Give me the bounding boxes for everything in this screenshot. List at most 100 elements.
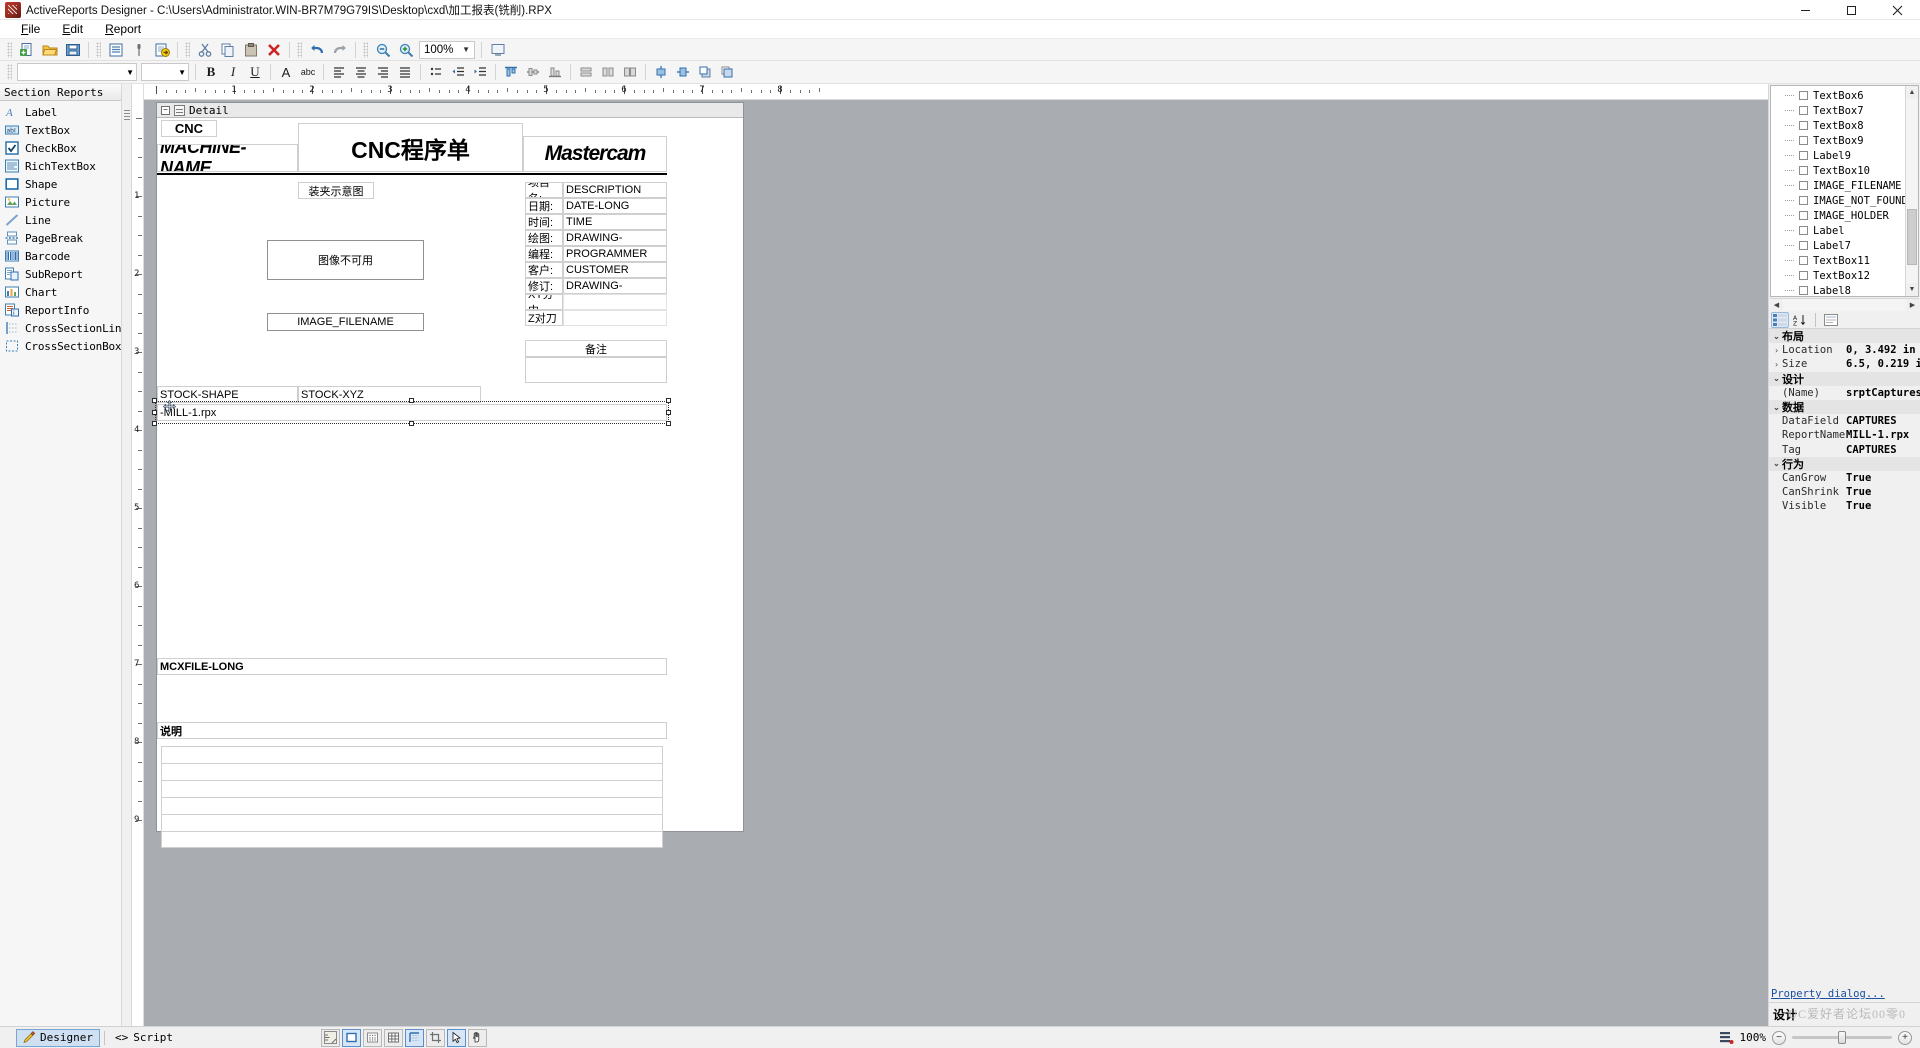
property-row[interactable]: Visible True bbox=[1769, 499, 1920, 513]
categorized-icon[interactable] bbox=[1771, 311, 1789, 328]
property-value[interactable]: srptCaptures bbox=[1846, 387, 1920, 399]
redo-icon[interactable] bbox=[329, 40, 350, 60]
menu-file[interactable]: File bbox=[10, 21, 51, 37]
property-value[interactable]: CAPTURES bbox=[1846, 444, 1920, 456]
make-same-width-icon[interactable] bbox=[576, 63, 596, 82]
explorer-node[interactable]: TextBox12 bbox=[1771, 268, 1905, 283]
toolbar-grip-4[interactable] bbox=[297, 41, 302, 58]
zoom-level-combo[interactable]: 100% ▼ bbox=[419, 40, 475, 59]
node-checkbox-icon[interactable] bbox=[1799, 151, 1808, 160]
center-horizontally-icon[interactable] bbox=[651, 63, 671, 82]
zoom-out-button[interactable]: − bbox=[1772, 1030, 1786, 1045]
toolbox-item-shape[interactable]: Shape bbox=[0, 175, 121, 193]
menu-report[interactable]: Report bbox=[94, 21, 152, 37]
toolbar-grip-3[interactable] bbox=[185, 41, 190, 58]
node-checkbox-icon[interactable] bbox=[1799, 121, 1808, 130]
hand-tool-button[interactable] bbox=[468, 1028, 487, 1047]
node-checkbox-icon[interactable] bbox=[1799, 286, 1808, 295]
report-explorer[interactable]: TextBox6 TextBox7 TextBox8 TextBox9 Label9 Te… bbox=[1770, 85, 1919, 297]
zoom-slider-track[interactable] bbox=[1792, 1031, 1892, 1044]
property-row[interactable]: › Size 6.5, 0.219 in bbox=[1769, 357, 1920, 371]
snap-toggle-button[interactable] bbox=[405, 1028, 424, 1047]
toolbar-grip-2[interactable] bbox=[96, 41, 101, 58]
toolbox-item-label[interactable]: A Label bbox=[0, 103, 121, 121]
explorer-hscroll-track[interactable] bbox=[1783, 299, 1906, 311]
menu-edit[interactable]: Edit bbox=[51, 21, 94, 37]
label-remark-heading[interactable]: 备注 bbox=[525, 340, 667, 357]
export-icon[interactable] bbox=[151, 40, 172, 60]
node-checkbox-icon[interactable] bbox=[1799, 136, 1808, 145]
scroll-down-icon[interactable]: ▼ bbox=[1906, 283, 1918, 296]
resize-handle-w[interactable] bbox=[152, 410, 157, 415]
resize-handle-s[interactable] bbox=[409, 421, 414, 426]
info-row-value[interactable]: PROGRAMMER bbox=[563, 246, 667, 262]
note-line[interactable] bbox=[161, 780, 663, 797]
remark-area[interactable] bbox=[525, 357, 667, 383]
property-row[interactable]: › Location 0, 3.492 in bbox=[1769, 343, 1920, 357]
report-explorer-tree[interactable]: TextBox6 TextBox7 TextBox8 TextBox9 Label9 Te… bbox=[1771, 86, 1905, 296]
info-row-label[interactable]: 时间: bbox=[525, 214, 563, 230]
property-row[interactable]: Tag CAPTURES bbox=[1769, 443, 1920, 457]
bring-to-front-icon[interactable] bbox=[695, 63, 715, 82]
node-checkbox-icon[interactable] bbox=[1799, 211, 1808, 220]
paste-icon[interactable] bbox=[240, 40, 261, 60]
pointer-tool-button[interactable] bbox=[447, 1028, 466, 1047]
toolbox-item-crosssectionline[interactable]: CrossSectionLine bbox=[0, 319, 128, 337]
info-row-label[interactable]: 绘图: bbox=[525, 230, 563, 246]
info-row-label[interactable]: 项目名: bbox=[525, 182, 563, 198]
close-button[interactable] bbox=[1874, 0, 1920, 20]
property-dialog-link[interactable]: Property dialog... bbox=[1771, 988, 1885, 1000]
properties-grid[interactable]: ⌄ 布局 › Location 0, 3.492 in › Size 6.5, 0.219 i… bbox=[1769, 329, 1920, 982]
info-row-value[interactable]: TIME bbox=[563, 214, 667, 230]
info-row-label[interactable]: Z对刀 bbox=[525, 310, 563, 326]
node-checkbox-icon[interactable] bbox=[1799, 196, 1808, 205]
indent-decrease-icon[interactable] bbox=[448, 63, 468, 82]
bullets-icon[interactable] bbox=[426, 63, 446, 82]
explorer-hscrollbar[interactable]: ◀ ▶ bbox=[1770, 298, 1919, 311]
resize-handle-sw[interactable] bbox=[152, 421, 157, 426]
bold-button[interactable]: B bbox=[201, 63, 221, 82]
align-bottom-icon[interactable] bbox=[545, 63, 565, 82]
crop-toggle-button[interactable] bbox=[426, 1028, 445, 1047]
explorer-vscroll-thumb[interactable] bbox=[1907, 209, 1917, 265]
property-row[interactable]: (Name) srptCaptures bbox=[1769, 386, 1920, 400]
info-row-label[interactable]: 日期: bbox=[525, 198, 563, 214]
shape-toggle-button[interactable] bbox=[342, 1028, 361, 1047]
toolbox-item-chart[interactable]: Chart bbox=[0, 283, 121, 301]
justify-icon[interactable] bbox=[395, 63, 415, 82]
property-category-row[interactable]: ⌄ 行为 bbox=[1769, 456, 1920, 471]
toolbox-splitter[interactable] bbox=[122, 84, 132, 1026]
picture-image-not-found[interactable]: 图像不可用 bbox=[267, 240, 424, 280]
info-row-value[interactable] bbox=[563, 294, 667, 310]
explorer-node[interactable]: TextBox11 bbox=[1771, 253, 1905, 268]
note-line[interactable] bbox=[161, 831, 663, 848]
horizontal-ruler[interactable]: 1 2 3 4 5 6 7 8 bbox=[144, 84, 1768, 100]
chevron-right-icon[interactable]: › bbox=[1771, 346, 1782, 355]
explorer-vscroll-track[interactable] bbox=[1906, 99, 1918, 283]
toolbox-item-picture[interactable]: Picture bbox=[0, 193, 121, 211]
preview-icon[interactable] bbox=[487, 40, 508, 60]
zoom-out-icon[interactable] bbox=[372, 40, 393, 60]
align-top-icon[interactable] bbox=[501, 63, 521, 82]
center-vertically-icon[interactable] bbox=[673, 63, 693, 82]
align-left-icon[interactable] bbox=[329, 63, 349, 82]
design-surface[interactable]: CNC MACHINE-NAME CNC程序单 Master cam 装夹示意图… bbox=[152, 118, 743, 848]
info-row-value[interactable]: DATE-LONG bbox=[563, 198, 667, 214]
explorer-node[interactable]: TextBox8 bbox=[1771, 118, 1905, 133]
node-checkbox-icon[interactable] bbox=[1799, 181, 1808, 190]
property-value[interactable]: True bbox=[1846, 486, 1920, 498]
italic-button[interactable]: I bbox=[223, 63, 243, 82]
property-value[interactable]: 6.5, 0.219 in bbox=[1846, 358, 1920, 370]
maximize-button[interactable] bbox=[1828, 0, 1874, 20]
underline-button[interactable]: U bbox=[245, 63, 265, 82]
align-middle-icon[interactable] bbox=[523, 63, 543, 82]
explorer-vscrollbar[interactable]: ▲ ▼ bbox=[1905, 86, 1918, 296]
toolbox-item-crosssectionbox[interactable]: CrossSectionBox bbox=[0, 337, 122, 355]
make-same-height-icon[interactable] bbox=[598, 63, 618, 82]
toolbox-item-reportinfo[interactable]: i ReportInfo bbox=[0, 301, 121, 319]
note-line[interactable] bbox=[161, 797, 663, 814]
explorer-node[interactable]: Label9 bbox=[1771, 148, 1905, 163]
chevron-right-icon[interactable]: › bbox=[1771, 360, 1782, 369]
explorer-node[interactable]: IMAGE_HOLDER bbox=[1771, 208, 1905, 223]
node-checkbox-icon[interactable] bbox=[1799, 226, 1808, 235]
